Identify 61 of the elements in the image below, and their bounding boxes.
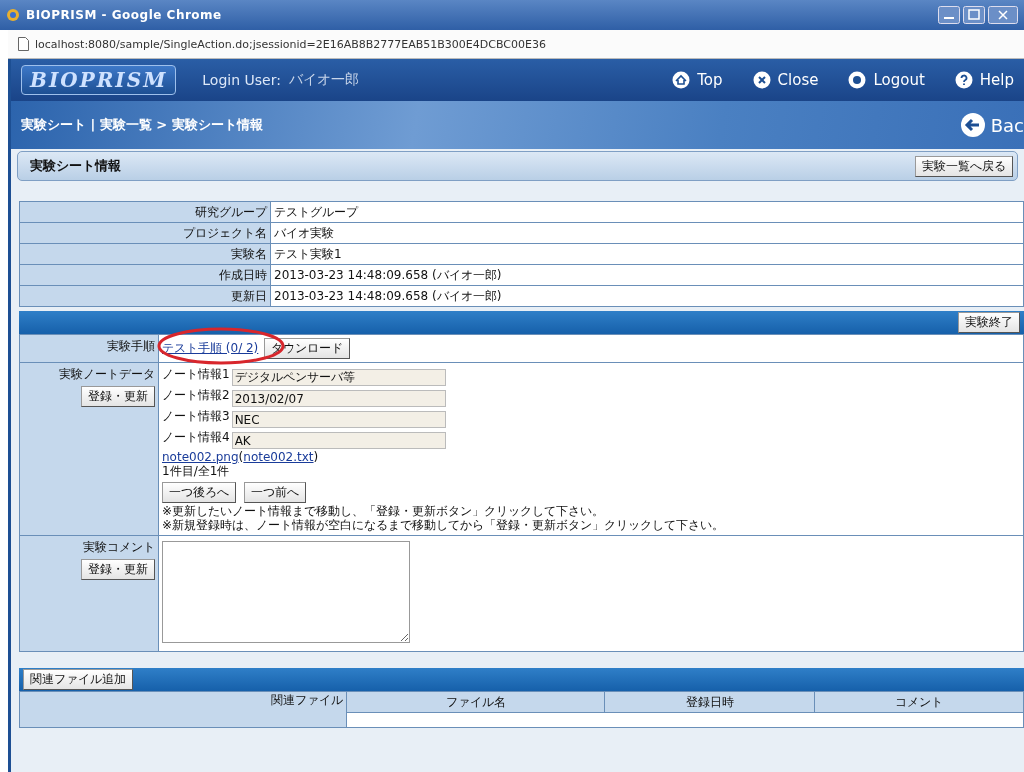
window-title: BIOPRISM - Google Chrome (26, 8, 223, 22)
nav-link[interactable]: Logout (848, 71, 925, 89)
field-label: プロジェクト名 (19, 222, 271, 244)
back-to-list-button[interactable]: 実験一覧へ戻る (915, 155, 1013, 177)
close-icon[interactable] (988, 6, 1018, 24)
note-field-label: ノート情報1 (162, 366, 230, 383)
field-label: 研究グループ (19, 201, 271, 223)
add-related-file-button[interactable]: 関連ファイル追加 (23, 669, 133, 690)
file-link[interactable]: note002.png (162, 450, 239, 464)
home-icon (672, 71, 691, 89)
maximize-icon[interactable] (963, 6, 985, 24)
logout-icon (848, 71, 867, 89)
note-field[interactable]: NEC (231, 411, 446, 428)
login-user: バイオ一郎 (288, 71, 359, 89)
help-icon (954, 71, 973, 89)
field-label: 実験名 (19, 243, 271, 265)
back-link[interactable]: Bac (959, 112, 1024, 138)
field-value: 2013-03-23 14:48:09.658 (バイオ一郎) (270, 264, 1024, 286)
column-header: コメント (814, 691, 1024, 713)
note-field-label: ノート情報4 (162, 429, 230, 446)
nav-link[interactable]: Top (672, 71, 723, 89)
hint-text: ※更新したいノート情報まで移動し、「登録・更新ボタン」クリックして下さい。 (162, 504, 606, 518)
close-icon (752, 71, 771, 89)
note-field[interactable]: AK (231, 432, 446, 449)
page-button[interactable]: 一つ前へ (244, 482, 306, 503)
hint-text: ※新規登録時は、ノート情報が空白になるまで移動してから「登録・更新ボタン」クリックして下さい。 (162, 518, 726, 532)
page-button[interactable]: 一つ後ろへ (162, 482, 236, 503)
field-value: 2013-03-23 14:48:09.658 (バイオ一郎) (270, 285, 1024, 307)
note-field-label: ノート情報3 (162, 408, 230, 425)
file-link[interactable]: note002.txt (243, 450, 314, 464)
paren: ) (313, 450, 319, 464)
field-label: 実験コメント (83, 539, 155, 556)
field-label: 実験手順 (107, 339, 155, 353)
browser-icon (6, 8, 20, 22)
comment-field[interactable] (162, 541, 410, 643)
field-value: バイオ実験 (270, 222, 1024, 244)
field-value: テスト実験1 (270, 243, 1024, 265)
field-value: テストグループ (270, 201, 1024, 223)
login-label: Login User: (202, 72, 281, 88)
note-field-label: ノート情報2 (162, 387, 230, 404)
field-label: 作成日時 (19, 264, 271, 286)
page-icon (18, 37, 29, 51)
field-label: 関連ファイル (19, 691, 347, 728)
breadcrumb: 実験シート | 実験一覧 > 実験シート情報 (21, 116, 263, 134)
column-header: ファイル名 (346, 691, 605, 713)
field-label: 実験ノートデータ (59, 366, 155, 383)
procedure-link[interactable]: テスト手順 (0/ 2) (162, 340, 259, 357)
nav-link[interactable]: Help (954, 71, 1014, 89)
record-count: 1件目/全1件 (162, 464, 231, 478)
nav-link[interactable]: Close (752, 71, 819, 89)
paren: ( (238, 450, 244, 464)
end-experiment-button[interactable]: 実験終了 (958, 312, 1020, 333)
section-title: 実験シート情報 (30, 157, 121, 175)
note-field[interactable]: デジタルペンサーバ等 (231, 369, 446, 386)
minimize-icon[interactable] (938, 6, 960, 24)
register-update-button[interactable]: 登録・更新 (81, 559, 155, 580)
app-logo: BIOPRISM (21, 65, 177, 95)
register-update-button[interactable]: 登録・更新 (81, 386, 155, 407)
field-label: 更新日 (19, 285, 271, 307)
column-header: 登録日時 (605, 691, 815, 713)
note-field[interactable]: 2013/02/07 (231, 390, 446, 407)
